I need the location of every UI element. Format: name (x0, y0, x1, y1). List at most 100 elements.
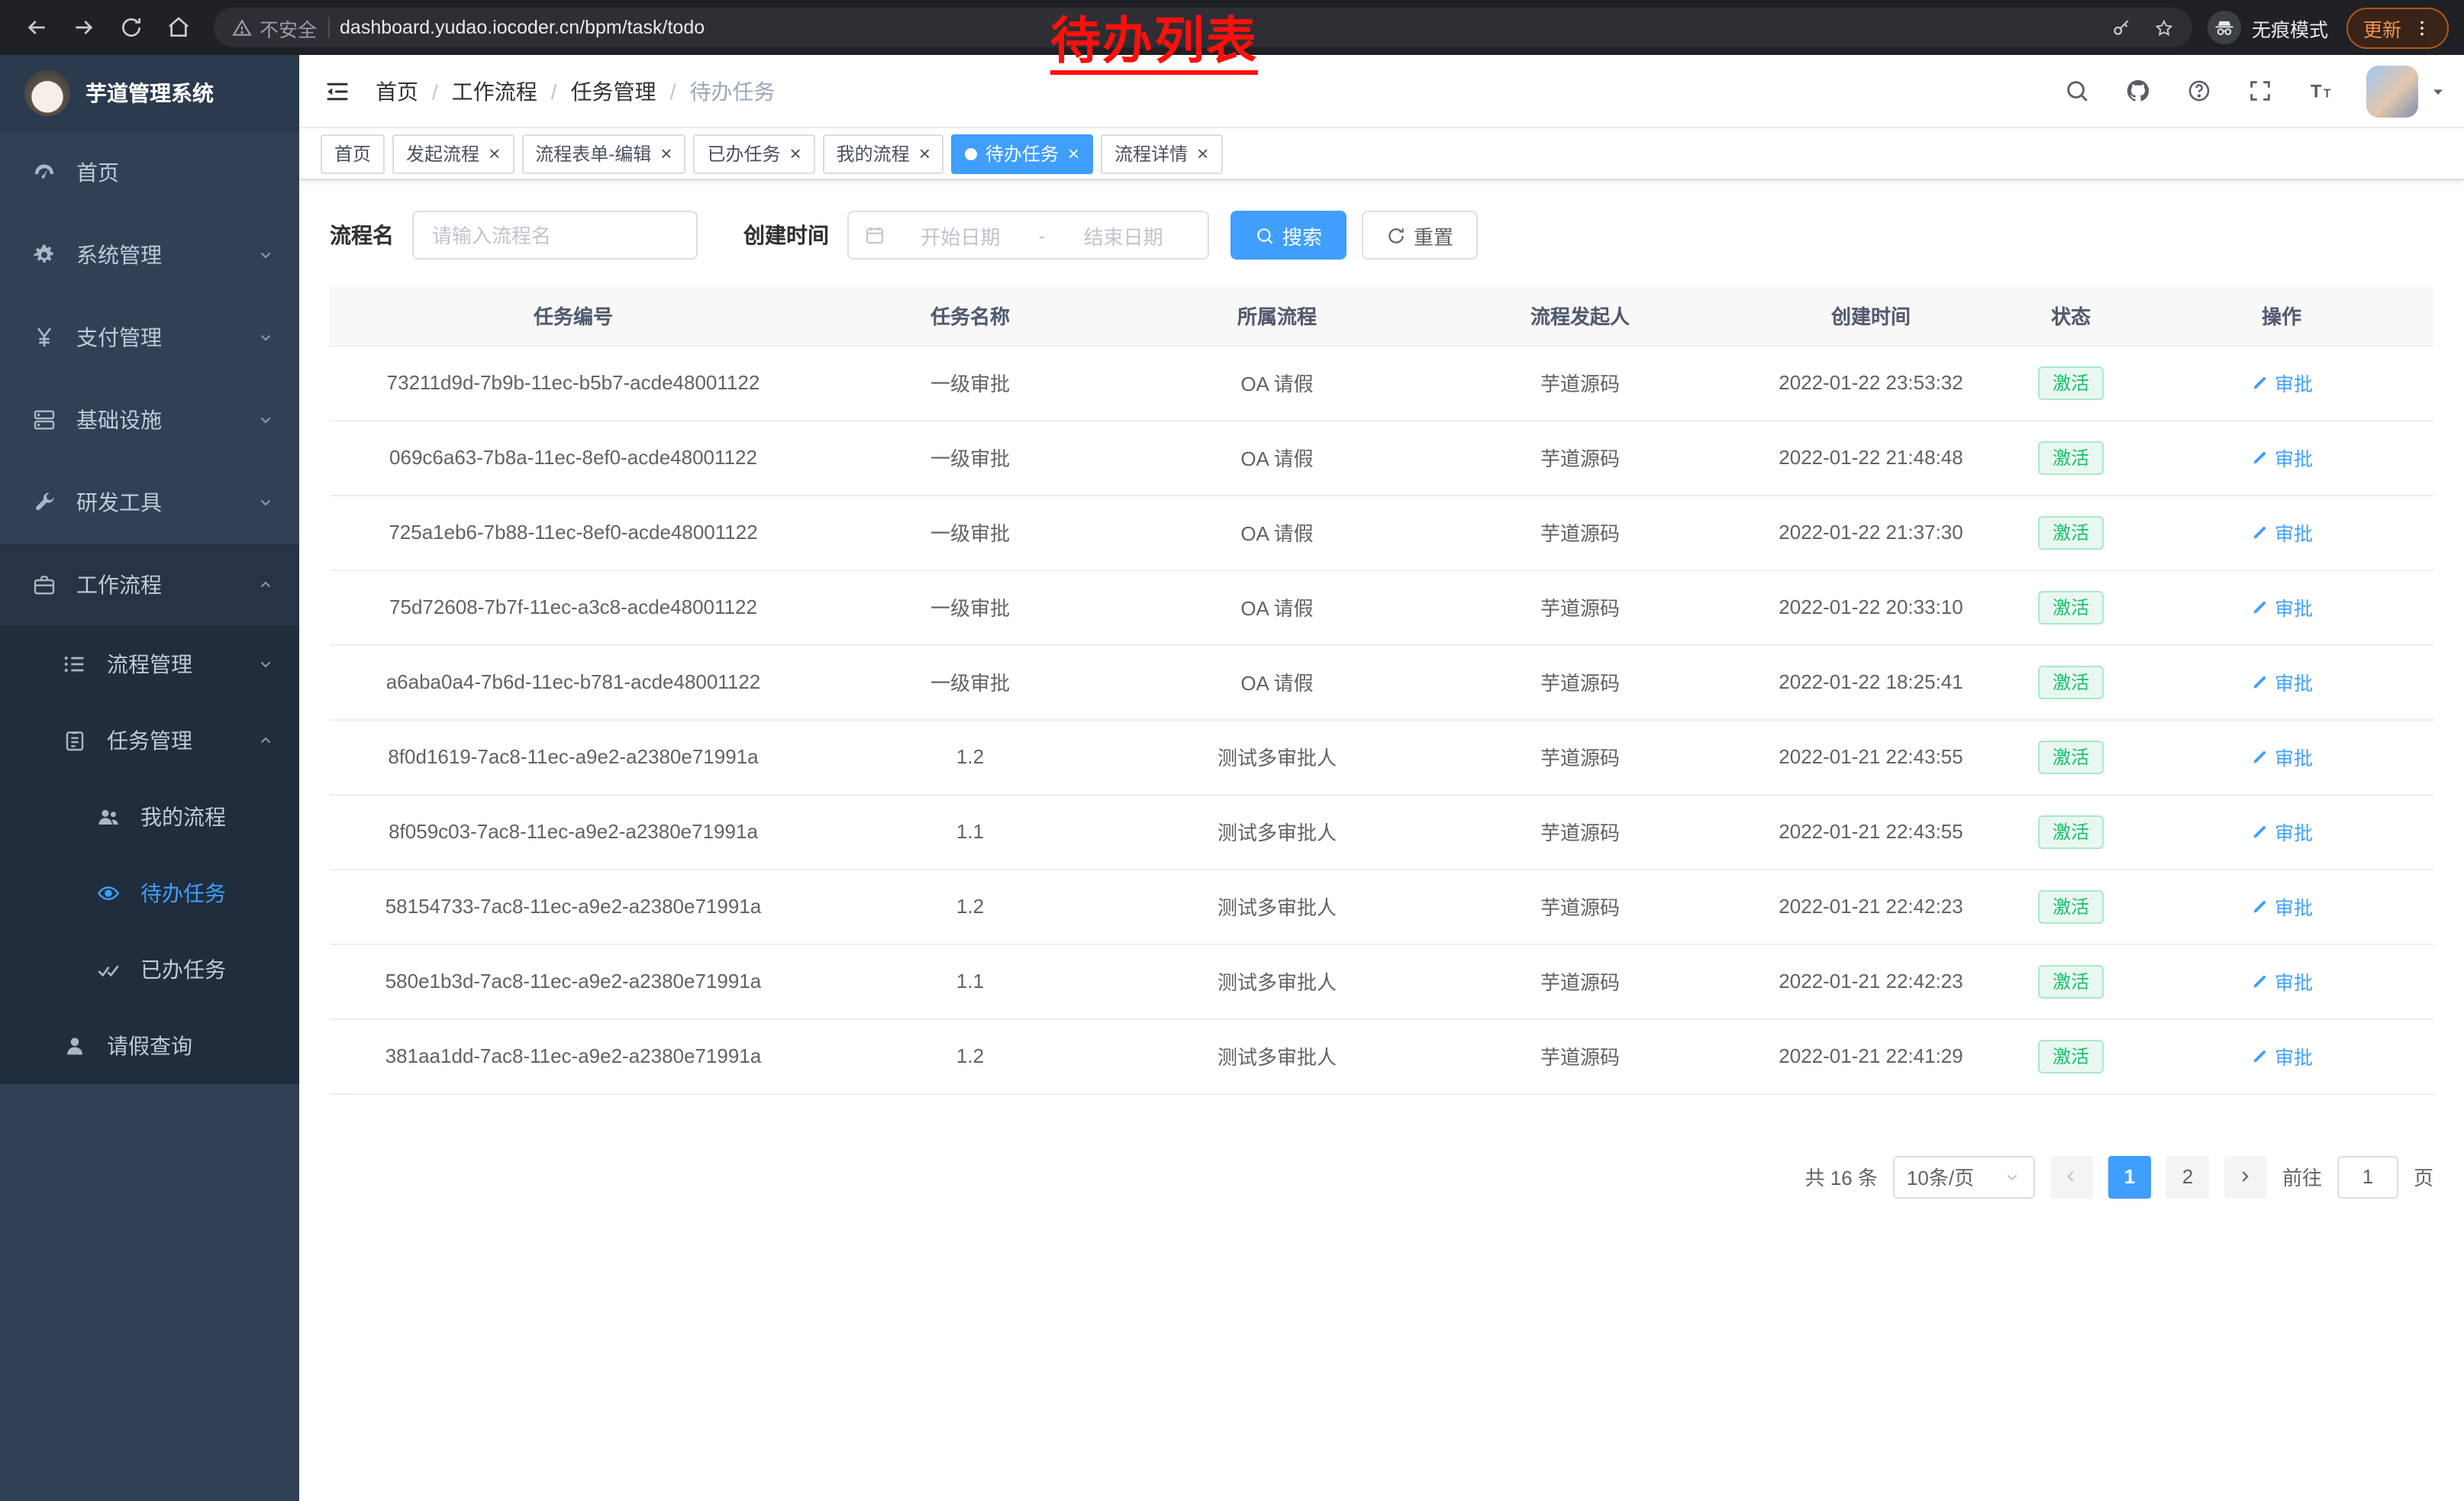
sidebar-item-1[interactable]: 系统管理 (0, 214, 299, 296)
status-badge: 激活 (2039, 441, 2103, 474)
tab-1[interactable]: 发起流程 × (392, 134, 514, 173)
tab-close-icon[interactable]: × (1068, 144, 1079, 163)
approve-link[interactable]: 审批 (2250, 817, 2313, 846)
sidebar-item-4[interactable]: 研发工具 (0, 461, 299, 544)
bookmark-star-icon[interactable] (2154, 18, 2174, 37)
cell-starter: 芋道源码 (1430, 345, 1730, 420)
fullscreen-icon[interactable] (2229, 54, 2290, 128)
sidebar-item-11[interactable]: 请假查询 (0, 1008, 299, 1084)
next-page-button[interactable] (2224, 1155, 2267, 1198)
tab-6[interactable]: 流程详情× (1101, 134, 1222, 173)
status-badge: 激活 (2039, 889, 2103, 923)
start-date-placeholder[interactable]: 开始日期 (892, 221, 1030, 250)
date-range-picker[interactable]: 开始日期 - 结束日期 (847, 211, 1209, 260)
approve-link[interactable]: 审批 (2250, 368, 2313, 397)
cell-name: 1.1 (817, 944, 1124, 1018)
font-size-icon[interactable]: TT (2290, 54, 2351, 128)
password-key-icon[interactable] (2111, 18, 2131, 37)
approve-link[interactable]: 审批 (2250, 742, 2313, 771)
prev-page-button[interactable] (2050, 1155, 2093, 1198)
page-unit-label: 页 (2414, 1162, 2433, 1191)
breadcrumb-item-0[interactable]: 首页 (376, 76, 418, 106)
sidebar-item-9[interactable]: 待办任务 (0, 855, 299, 931)
next-arrow-icon (2236, 1167, 2256, 1186)
browser-menu-icon[interactable] (2412, 18, 2432, 37)
tab-3[interactable]: 已办任务× (693, 134, 814, 173)
sidebar-item-3[interactable]: 基础设施 (0, 379, 299, 461)
sidebar-item-5[interactable]: 工作流程 (0, 544, 299, 626)
tab-close-icon[interactable]: × (919, 144, 930, 163)
sidebar-item-10[interactable]: 已办任务 (0, 931, 299, 1008)
page-button-2[interactable]: 2 (2166, 1155, 2209, 1198)
approve-link[interactable]: 审批 (2250, 592, 2313, 621)
sidebar-item-label: 流程管理 (107, 649, 192, 679)
back-icon[interactable] (15, 7, 56, 48)
end-date-placeholder[interactable]: 结束日期 (1054, 221, 1192, 250)
incognito-label: 无痕模式 (2252, 13, 2328, 42)
update-button[interactable]: 更新 (2346, 7, 2449, 48)
approve-link[interactable]: 审批 (2250, 667, 2313, 696)
cell-time: 2022-01-22 18:25:41 (1730, 644, 2012, 719)
cell-id: 8f0d1619-7ac8-11ec-a9e2-a2380e71991a (330, 719, 817, 794)
tab-2[interactable]: 流程表单-编辑× (521, 134, 685, 173)
goto-page-input[interactable] (2337, 1155, 2398, 1198)
process-name-input[interactable] (412, 211, 698, 260)
reload-icon[interactable] (110, 7, 151, 48)
sidebar-item-0[interactable]: 首页 (0, 131, 299, 214)
tab-close-icon[interactable]: × (1197, 144, 1208, 163)
breadcrumb: 首页/工作流程/任务管理/待办任务 (376, 76, 775, 106)
table-header-row: 任务编号任务名称所属流程流程发起人创建时间状态操作 (330, 287, 2433, 345)
approve-link[interactable]: 审批 (2250, 967, 2313, 996)
tab-0[interactable]: 首页 (321, 134, 385, 173)
app-logo[interactable]: 芋道管理系统 (0, 55, 299, 131)
chevron-down-icon (256, 328, 275, 347)
tab-label: 发起流程 (406, 140, 479, 166)
sidebar-item-label: 首页 (76, 157, 119, 188)
security-chip[interactable]: 不安全 (232, 13, 317, 42)
sidebar-item-2[interactable]: 支付管理 (0, 296, 299, 379)
reset-button[interactable]: 重置 (1362, 211, 1478, 260)
cell-process: 测试多审批人 (1124, 794, 1430, 869)
column-header-starter: 流程发起人 (1430, 287, 1730, 345)
approve-link-label: 审批 (2275, 892, 2313, 921)
page-size-select[interactable]: 10条/页 (1893, 1155, 2035, 1198)
cell-action: 审批 (2130, 1018, 2433, 1093)
avatar-caret-icon[interactable] (2424, 82, 2452, 100)
page-button-1[interactable]: 1 (2108, 1155, 2151, 1198)
home-icon[interactable] (157, 7, 198, 48)
user-avatar[interactable] (2366, 65, 2418, 117)
search-button-label: 搜索 (1282, 221, 1322, 250)
forward-icon[interactable] (63, 7, 104, 48)
status-badge: 激活 (2039, 590, 2103, 624)
help-icon[interactable] (2168, 54, 2229, 128)
column-header-action: 操作 (2130, 287, 2433, 345)
sidebar-item-6[interactable]: 流程管理 (0, 626, 299, 702)
sidebar-item-8[interactable]: 我的流程 (0, 779, 299, 855)
status-badge: 激活 (2039, 665, 2103, 699)
tab-close-icon[interactable]: × (660, 144, 672, 163)
approve-link[interactable]: 审批 (2250, 518, 2313, 547)
breadcrumb-item-2[interactable]: 任务管理 (571, 76, 656, 106)
tab-close-icon[interactable]: × (489, 144, 500, 163)
cell-time: 2022-01-21 22:42:23 (1730, 944, 2012, 1018)
breadcrumb-separator: / (432, 79, 438, 103)
approve-link[interactable]: 审批 (2250, 892, 2313, 921)
breadcrumb-item-1[interactable]: 工作流程 (452, 76, 537, 106)
cell-time: 2022-01-21 22:42:23 (1730, 869, 2012, 944)
search-button[interactable]: 搜索 (1230, 211, 1346, 260)
sidebar-toggle-icon[interactable] (299, 77, 376, 105)
app-title: 芋道管理系统 (85, 78, 214, 108)
tab-close-icon[interactable]: × (789, 144, 801, 163)
edit-pen-icon (2250, 673, 2269, 691)
cell-status: 激活 (2012, 719, 2130, 794)
github-icon[interactable] (2107, 54, 2168, 128)
search-icon[interactable] (2046, 54, 2107, 128)
cell-id: 381aa1dd-7ac8-11ec-a9e2-a2380e71991a (330, 1018, 817, 1093)
tab-4[interactable]: 我的流程× (823, 134, 944, 173)
cell-id: 58154733-7ac8-11ec-a9e2-a2380e71991a (330, 869, 817, 944)
tab-5[interactable]: 待办任务× (952, 134, 1093, 173)
approve-link[interactable]: 审批 (2250, 1041, 2313, 1070)
sidebar-item-7[interactable]: 任务管理 (0, 702, 299, 779)
approve-link[interactable]: 审批 (2250, 443, 2313, 472)
cell-time: 2022-01-21 22:41:29 (1730, 1018, 2012, 1093)
